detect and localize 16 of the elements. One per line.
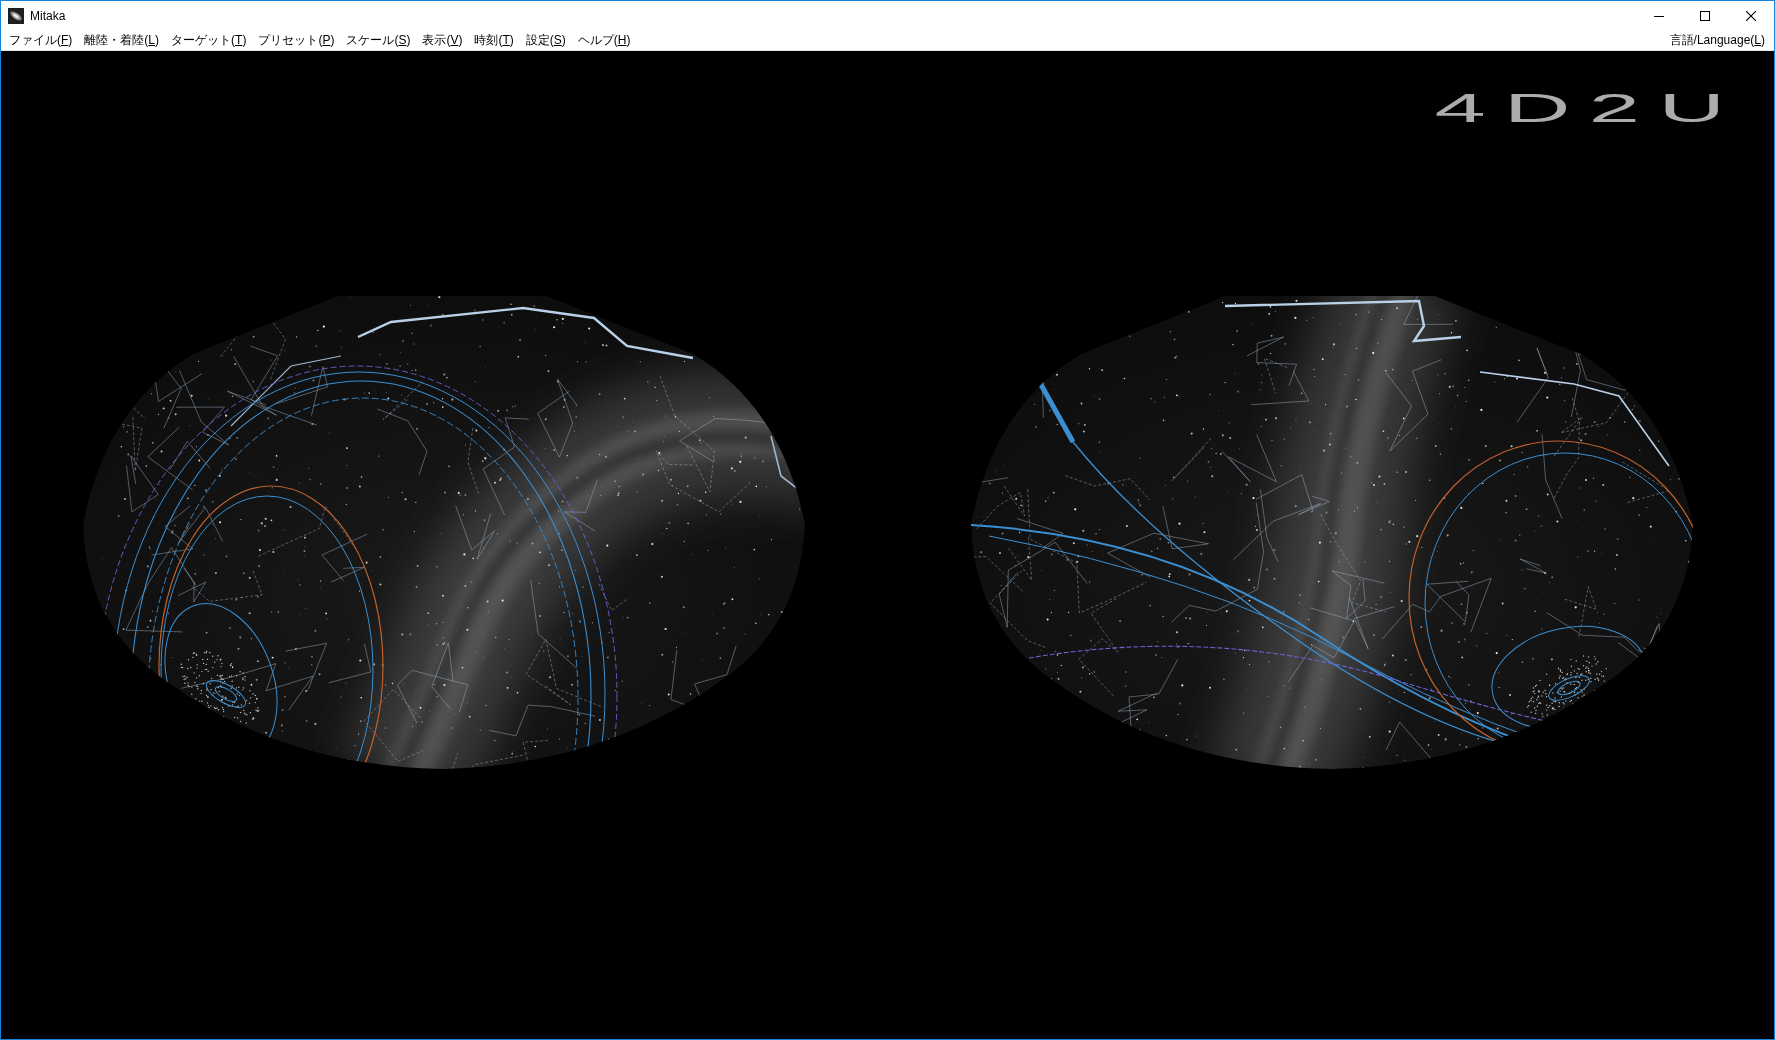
menu-item[interactable]: 時刻(T) [469, 31, 519, 50]
maximize-icon [1700, 11, 1710, 21]
menu-item[interactable]: スケール(S) [341, 31, 416, 50]
menu-item[interactable]: ターゲット(T) [166, 31, 252, 50]
galaxy-icon [8, 8, 24, 24]
close-icon [1746, 11, 1756, 21]
menu-item[interactable]: 設定(S) [520, 31, 571, 50]
logo-text: 4D2U [1434, 93, 1743, 123]
menu-item[interactable]: プリセット(P) [253, 31, 340, 50]
minimize-icon [1654, 15, 1664, 17]
menu-item[interactable]: 言語/Language(L) [1664, 31, 1770, 50]
menu-item[interactable]: 表示(V) [417, 31, 468, 50]
window-title: Mitaka [30, 9, 66, 23]
menu-item[interactable]: ヘルプ(H) [572, 31, 636, 50]
menu-item[interactable]: ファイル(F) [4, 31, 78, 50]
menu-item[interactable]: 離陸・着陸(L) [79, 31, 165, 50]
